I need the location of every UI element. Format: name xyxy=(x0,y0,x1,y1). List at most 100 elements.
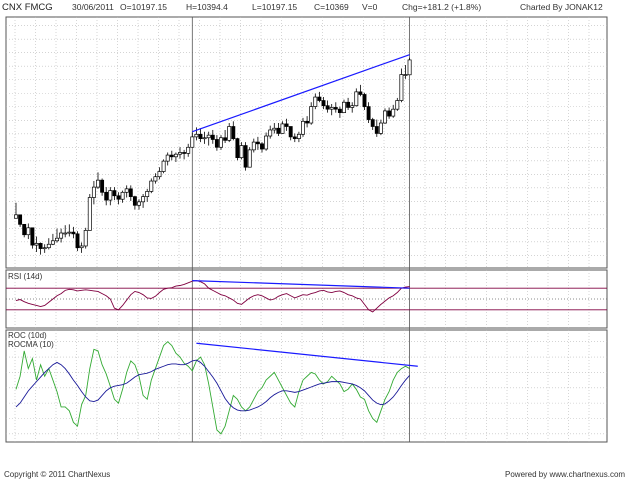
candle-body xyxy=(313,96,318,107)
candle-body xyxy=(280,123,285,134)
candle-body xyxy=(34,243,39,246)
candle-body xyxy=(370,119,375,127)
candle-body xyxy=(346,101,351,108)
candle-body xyxy=(202,137,207,140)
candle-body xyxy=(227,126,232,141)
candle-body xyxy=(337,108,342,113)
candle-body xyxy=(149,180,154,192)
candle-body xyxy=(255,141,260,145)
low-label: L=10197.15 xyxy=(252,2,297,12)
candle-body xyxy=(198,133,203,139)
candle-body xyxy=(358,91,363,95)
candle-body xyxy=(362,94,367,107)
candle-body xyxy=(100,179,105,193)
candle-body xyxy=(321,100,326,107)
candle-body xyxy=(22,223,27,236)
candle-body xyxy=(350,105,355,108)
candle-body xyxy=(288,126,293,138)
candle-body xyxy=(219,137,223,148)
candle-body xyxy=(243,145,248,168)
candle-body xyxy=(292,136,297,139)
candle-body xyxy=(296,133,301,139)
high-label: H=10394.4 xyxy=(186,2,228,12)
roc-legend-1: ROC (10d) xyxy=(8,331,47,340)
candle-body xyxy=(18,214,23,225)
candle-body xyxy=(173,153,178,158)
candle-body xyxy=(305,120,310,124)
symbol-title: CNX FMCG xyxy=(2,2,53,13)
candle-body xyxy=(186,146,191,154)
change-label: Chg=+181.2 (+1.8%) xyxy=(402,2,481,12)
candle-body xyxy=(251,141,256,151)
candle-body xyxy=(407,59,412,76)
candle-body xyxy=(264,135,269,150)
candle-body xyxy=(55,237,59,242)
candle-body xyxy=(206,134,211,139)
volume-label: V=0 xyxy=(362,2,378,12)
candle-body xyxy=(153,176,158,182)
candle-body xyxy=(354,91,359,107)
candle-body xyxy=(83,230,88,247)
candle-body xyxy=(333,107,338,110)
powered-by-link[interactable]: Powered by www.chartnexus.com xyxy=(505,470,625,479)
date-label: 30/06/2011 xyxy=(72,2,114,12)
candle-body xyxy=(50,240,55,245)
candle-body xyxy=(124,188,129,193)
close-label: C=10369 xyxy=(314,2,349,12)
candle-body xyxy=(223,137,228,141)
candle-body xyxy=(59,232,64,239)
candle-body xyxy=(317,96,322,101)
candle-body xyxy=(137,201,141,206)
candle-body xyxy=(395,100,400,110)
candle-body xyxy=(309,106,314,124)
candle-body xyxy=(231,126,236,139)
candle-body xyxy=(235,138,240,159)
candle-body xyxy=(42,247,47,250)
candle-body xyxy=(194,133,199,138)
candle-body xyxy=(169,154,174,158)
candle-body xyxy=(301,120,305,135)
charted-by-label: Charted By JONAK12 xyxy=(520,2,603,12)
candle-body xyxy=(284,123,289,127)
candle-body xyxy=(399,74,404,101)
copyright-text: Copyright © 2011 ChartNexus xyxy=(4,470,110,479)
candle-body xyxy=(108,190,113,201)
candle-body xyxy=(268,129,273,137)
candle-body xyxy=(120,191,125,200)
candle-body xyxy=(182,152,187,154)
candle-body xyxy=(14,214,18,219)
candle-body xyxy=(71,231,76,235)
candle-body xyxy=(239,145,244,159)
candle-body xyxy=(403,74,408,76)
roc-legend-2: ROCMA (10) xyxy=(8,340,54,349)
candle-body xyxy=(165,154,170,162)
candle-body xyxy=(247,149,252,168)
rsi-title: RSI (14d) xyxy=(8,272,43,281)
candle-body xyxy=(190,136,195,148)
candle-body xyxy=(128,188,133,197)
candle-body xyxy=(112,190,117,197)
candle-body xyxy=(161,160,166,172)
candle-body xyxy=(391,108,396,117)
candle-body xyxy=(104,191,109,201)
candle-body xyxy=(132,196,137,206)
candle-body xyxy=(342,101,346,113)
candle-body xyxy=(178,152,182,155)
candle-body xyxy=(67,231,72,234)
candle-body xyxy=(116,195,121,200)
candle-body xyxy=(30,227,35,246)
candle-body xyxy=(272,127,277,131)
candle-body xyxy=(387,110,392,117)
candle-body xyxy=(157,171,162,178)
candle-body xyxy=(63,232,68,235)
candle-body xyxy=(91,186,96,198)
candle-body xyxy=(46,243,51,249)
candle-body xyxy=(276,127,281,134)
chart-canvas: CNX FMCG 30/06/2011 O=10197.15 H=10394.4… xyxy=(0,0,640,480)
candle-body xyxy=(210,134,215,140)
candle-body xyxy=(374,126,379,134)
candle-body xyxy=(75,233,80,249)
candle-body xyxy=(378,122,383,134)
candle-body xyxy=(141,196,146,203)
candle-body xyxy=(96,179,100,188)
